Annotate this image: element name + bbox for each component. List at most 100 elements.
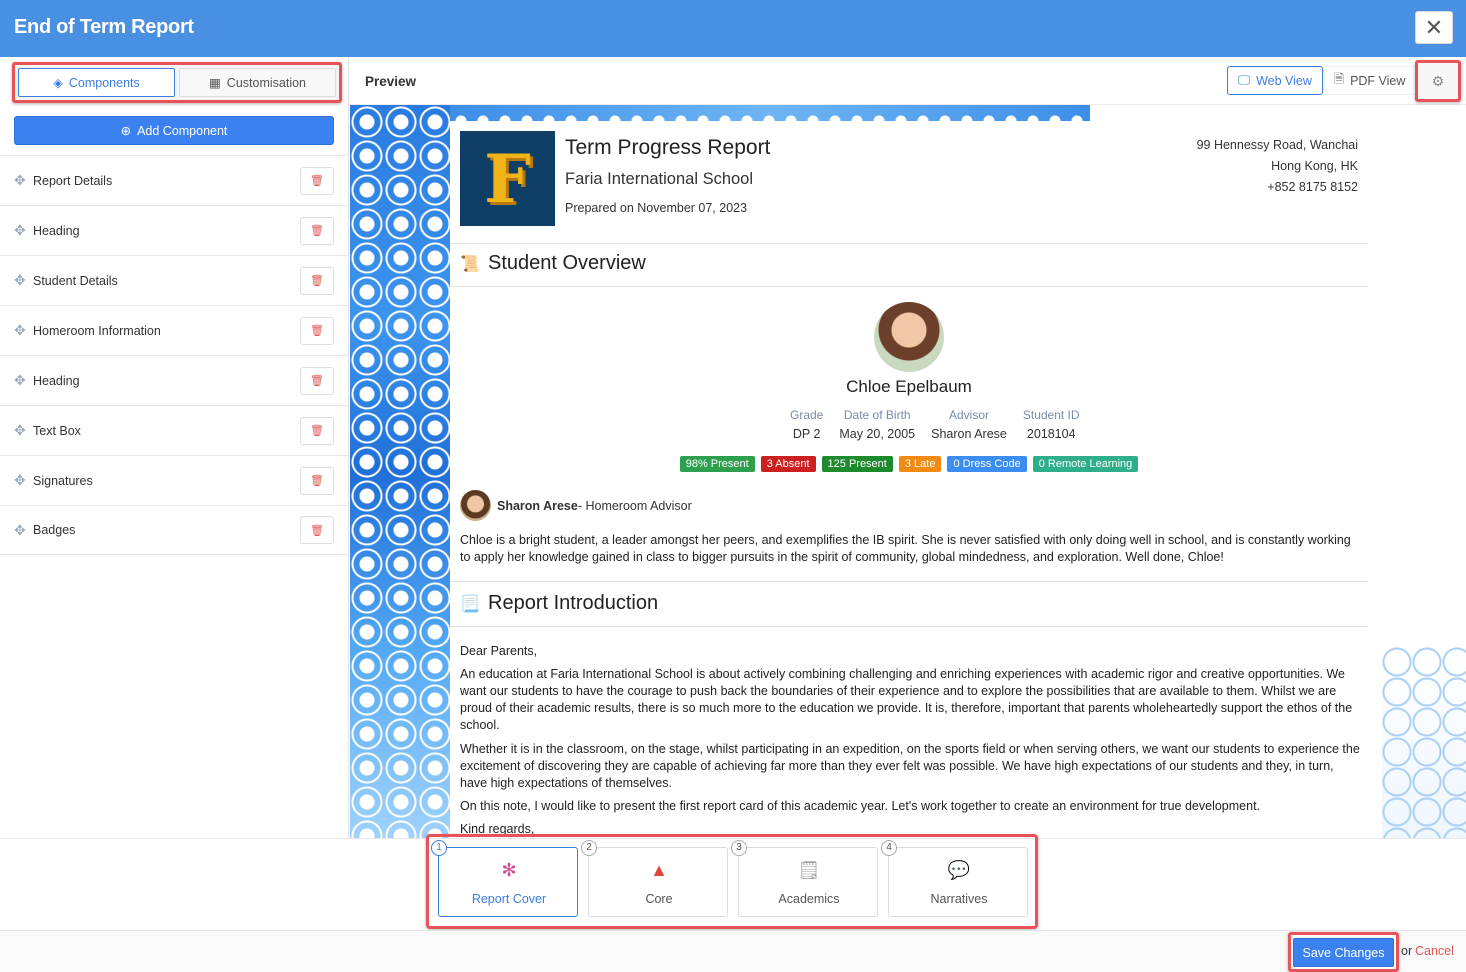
drag-handle-icon[interactable]: ✥ xyxy=(14,522,26,539)
cancel-link[interactable]: Cancel xyxy=(1415,944,1454,958)
web-view-button[interactable]: 🖵 Web View xyxy=(1227,66,1323,95)
info-dob: Date of Birth May 20, 2005 xyxy=(839,408,915,441)
prepared-date: Prepared on November 07, 2023 xyxy=(565,201,748,215)
info-value: May 20, 2005 xyxy=(839,427,916,441)
report-preview[interactable]: F Term Progress Report Faria Internation… xyxy=(350,105,1466,838)
tab-customisation[interactable]: ▦ Customisation xyxy=(179,68,336,97)
component-label: Homeroom Information xyxy=(33,323,161,338)
status-badge: 3 Absent xyxy=(760,456,816,472)
trash-icon: 🗑 xyxy=(310,375,324,387)
close-button[interactable]: ✕ xyxy=(1415,11,1453,44)
scroll-paper-icon: 📃 xyxy=(460,595,480,613)
panel-tabs: ◈ Components ▦ Customisation xyxy=(12,62,342,103)
component-item[interactable]: ✥ Report Details 🗑 xyxy=(0,155,349,205)
trash-icon: 🗑 xyxy=(310,225,324,237)
component-label: Text Box xyxy=(33,423,81,438)
status-badge: 0 Remote Learning xyxy=(1032,456,1139,472)
grid-icon: ▦ xyxy=(208,76,221,90)
delete-button[interactable]: 🗑 xyxy=(300,516,334,544)
delete-button[interactable]: 🗑 xyxy=(300,366,334,395)
intro-paragraph-1: An education at Faria International Scho… xyxy=(460,667,1353,732)
delete-button[interactable]: 🗑 xyxy=(300,166,334,195)
delete-button[interactable]: 🗑 xyxy=(300,266,334,295)
info-header: Grade xyxy=(790,408,824,422)
step-number: 4 xyxy=(881,840,897,856)
component-item[interactable]: ✥ Badges 🗑 xyxy=(0,505,349,555)
title-bar: End of Term Report ✕ xyxy=(0,0,1466,57)
logo-letter: F xyxy=(484,139,531,218)
info-advisor: Advisor Sharon Arese xyxy=(931,408,1007,441)
add-component-button[interactable]: ⊕ Add Component xyxy=(14,116,334,145)
student-name: Chloe Epelbaum xyxy=(846,377,972,396)
status-badge: 3 Late xyxy=(898,456,942,472)
gear-icon: ⚙ xyxy=(1431,72,1445,89)
status-badge: 0 Dress Code xyxy=(947,456,1027,472)
step-label: Narratives xyxy=(930,892,988,906)
component-label: Badges xyxy=(33,523,76,537)
drag-handle-icon[interactable]: ✥ xyxy=(14,272,26,289)
divider xyxy=(450,626,1368,627)
component-item[interactable]: ✥ Heading 🗑 xyxy=(0,355,349,405)
advisor-avatar xyxy=(460,490,491,521)
overview-heading: Student Overview xyxy=(488,252,646,274)
delete-button[interactable]: 🗑 xyxy=(300,216,334,245)
tab-components[interactable]: ◈ Components xyxy=(18,68,175,97)
divider xyxy=(450,286,1368,287)
component-item[interactable]: ✥ Student Details 🗑 xyxy=(0,255,349,305)
intro-heading: Report Introduction xyxy=(488,592,659,614)
save-highlight: Save Changes xyxy=(1288,932,1399,972)
drag-handle-icon[interactable]: ✥ xyxy=(14,222,26,239)
section-steps: 1 ✻ Report Cover 2 ▲ Core 3 🗒 Academics … xyxy=(426,834,1038,929)
step-number: 1 xyxy=(431,840,447,856)
intro-paragraph-2: Whether it is in the classroom, on the s… xyxy=(460,742,1360,790)
attendance-badges: 98% Present 3 Absent 125 Present 3 Late … xyxy=(450,456,1368,472)
info-value: 2018104 xyxy=(1026,427,1076,441)
address-line-1: 99 Hennessy Road, Wanchai xyxy=(1196,138,1358,152)
step-academics[interactable]: 3 🗒 Academics xyxy=(731,840,878,917)
delete-button[interactable]: 🗑 xyxy=(300,416,334,445)
school-address: 99 Hennessy Road, Wanchai Hong Kong, HK … xyxy=(1197,135,1358,198)
student-info: Grade DP 2 Date of Birth May 20, 2005 Ad… xyxy=(790,408,1080,441)
delete-button[interactable]: 🗑 xyxy=(300,466,334,495)
advisor-line: Sharon Arese- Homeroom Advisor xyxy=(460,490,692,521)
drag-handle-icon[interactable]: ✥ xyxy=(14,472,26,489)
step-narratives[interactable]: 4 💬 Narratives xyxy=(881,840,1028,917)
component-label: Student Details xyxy=(33,273,118,288)
step-report-cover[interactable]: 1 ✻ Report Cover xyxy=(431,840,578,917)
info-grade: Grade DP 2 xyxy=(790,408,823,441)
component-item[interactable]: ✥ Homeroom Information 🗑 xyxy=(0,305,349,355)
layers-icon: ◈ xyxy=(53,76,63,90)
component-item[interactable]: ✥ Signatures 🗑 xyxy=(0,455,349,505)
component-item[interactable]: ✥ Text Box 🗑 xyxy=(0,405,349,455)
component-label: Report Details xyxy=(33,173,113,188)
tab-components-label: Components xyxy=(68,75,140,90)
settings-button[interactable]: ⚙ xyxy=(1415,60,1461,102)
tab-customisation-label: Customisation xyxy=(226,75,306,90)
drag-handle-icon[interactable]: ✥ xyxy=(14,422,26,439)
window-title: End of Term Report xyxy=(14,16,194,38)
school-logo: F xyxy=(460,131,555,226)
step-label: Report Cover xyxy=(471,892,547,906)
drag-handle-icon[interactable]: ✥ xyxy=(14,372,26,389)
delete-button[interactable]: 🗑 xyxy=(300,316,334,345)
drag-handle-icon[interactable]: ✥ xyxy=(14,172,26,189)
component-label: Heading xyxy=(33,223,80,238)
preview-label: Preview xyxy=(365,74,417,89)
drag-handle-icon[interactable]: ✥ xyxy=(14,322,26,339)
pdf-view-button[interactable]: 🗎 PDF View xyxy=(1323,66,1417,95)
step-core[interactable]: 2 ▲ Core xyxy=(581,840,728,917)
component-label: Signatures xyxy=(33,473,93,488)
status-badge: 98% Present xyxy=(679,456,755,472)
status-badge: 125 Present xyxy=(821,456,893,472)
advisor-comment: Chloe is a bright student, a leader amon… xyxy=(460,533,1351,564)
component-list: ✥ Report Details 🗑 ✥ Heading 🗑 ✥ Student… xyxy=(0,155,349,555)
pdf-file-icon: 🗎 xyxy=(1334,72,1345,86)
footer: Save Changes or Cancel xyxy=(0,930,1466,972)
decorative-pattern-right xyxy=(1382,647,1466,838)
trash-icon: 🗑 xyxy=(310,325,324,337)
advisor-role: - Homeroom Advisor xyxy=(577,498,692,513)
monitor-icon: 🖵 xyxy=(1238,73,1251,87)
component-item[interactable]: ✥ Heading 🗑 xyxy=(0,205,349,255)
save-changes-button[interactable]: Save Changes xyxy=(1293,938,1394,967)
intro-greeting: Dear Parents, xyxy=(460,644,538,658)
